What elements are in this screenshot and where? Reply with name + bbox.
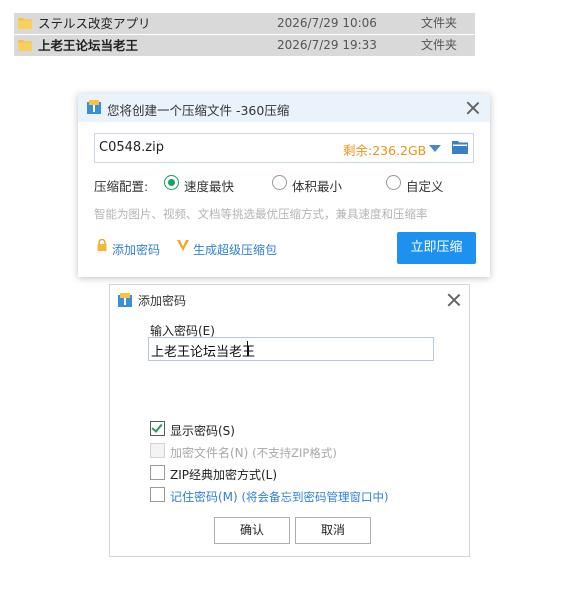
close-icon[interactable] bbox=[447, 293, 461, 307]
remember-password-checkbox[interactable] bbox=[150, 487, 165, 502]
dialog-title: 添加密码 bbox=[138, 294, 187, 308]
cancel-button[interactable]: 取消 bbox=[295, 517, 371, 544]
super-package-link[interactable]: 生成超级压缩包 bbox=[193, 241, 277, 258]
browse-folder-icon[interactable] bbox=[452, 140, 468, 154]
compress-dialog-titlebar[interactable]: 您将创建一个压缩文件 -360压缩 bbox=[78, 94, 490, 122]
360zip-app-icon bbox=[87, 100, 101, 114]
archive-path-field[interactable]: C0548.zip 剩余:236.2GB bbox=[94, 133, 474, 163]
compress-hint: 智能为图片、视频、文档等挑选最优压缩方式，兼具速度和压缩率 bbox=[94, 207, 428, 221]
dialog-title: 您将创建一个压缩文件 -360压缩 bbox=[107, 103, 290, 118]
encrypt-filenames-note: (不支持ZIP格式) bbox=[252, 446, 337, 460]
password-input[interactable]: 上老王论坛当老王 bbox=[148, 337, 434, 361]
360zip-app-icon bbox=[118, 293, 132, 307]
option-smallest-radio[interactable] bbox=[272, 175, 287, 190]
chevron-down-icon[interactable] bbox=[429, 145, 441, 152]
compress-config-label: 压缩配置: bbox=[94, 179, 149, 194]
file-row[interactable]: 上老王论坛当老王 2026/7/29 19:33 文件夹 bbox=[14, 35, 475, 56]
password-dialog-titlebar[interactable]: 添加密码 bbox=[110, 285, 469, 313]
file-type: 文件夹 bbox=[421, 16, 458, 30]
close-icon[interactable] bbox=[466, 101, 480, 115]
show-password-label[interactable]: 显示密码(S) bbox=[170, 422, 235, 439]
option-custom-label[interactable]: 自定义 bbox=[406, 176, 444, 195]
compress-now-button[interactable]: 立即压缩 bbox=[397, 232, 476, 264]
folder-icon bbox=[18, 40, 32, 51]
text-caret bbox=[247, 341, 248, 356]
archive-filename: C0548.zip bbox=[99, 140, 164, 155]
encrypt-filenames-checkbox bbox=[150, 443, 165, 458]
remember-password-label[interactable]: 记住密码(M) (将会备忘到密码管理窗口中) bbox=[170, 488, 389, 505]
file-date: 2026/7/29 19:33 bbox=[277, 38, 377, 52]
v-badge-icon[interactable] bbox=[176, 238, 190, 252]
lock-icon[interactable] bbox=[96, 239, 108, 251]
option-custom-radio[interactable] bbox=[386, 175, 401, 190]
folder-icon bbox=[18, 18, 32, 29]
encrypt-filenames-label: 加密文件名(N) (不支持ZIP格式) bbox=[170, 444, 337, 461]
zip-classic-encryption-label[interactable]: ZIP经典加密方式(L) bbox=[170, 466, 277, 483]
file-type: 文件夹 bbox=[421, 38, 458, 52]
file-name: ステルス改変アプリ bbox=[38, 16, 151, 31]
remember-password-note: (将会备忘到密码管理窗口中) bbox=[241, 490, 389, 504]
zip-classic-encryption-checkbox[interactable] bbox=[150, 465, 165, 480]
option-fastest-label[interactable]: 速度最快 bbox=[184, 176, 234, 195]
option-fastest-radio[interactable] bbox=[164, 175, 179, 190]
show-password-checkbox[interactable] bbox=[150, 421, 165, 436]
compress-dialog: 您将创建一个压缩文件 -360压缩 C0548.zip 剩余:236.2GB 压… bbox=[78, 94, 490, 277]
add-password-dialog: 添加密码 输入密码(E) 上老王论坛当老王 显示密码(S) 加密文件名(N) (… bbox=[109, 284, 470, 557]
file-name: 上老王论坛当老王 bbox=[38, 38, 139, 53]
file-date: 2026/7/29 10:06 bbox=[277, 16, 377, 30]
ok-button[interactable]: 确认 bbox=[214, 517, 290, 544]
disk-space-remaining: 剩余:236.2GB bbox=[343, 143, 427, 158]
option-smallest-label[interactable]: 体积最小 bbox=[292, 176, 342, 195]
password-value: 上老王论坛当老王 bbox=[151, 345, 256, 360]
remember-password-text: 记住密码(M) bbox=[170, 490, 238, 504]
file-row[interactable]: ステルス改変アプリ 2026/7/29 10:06 文件夹 bbox=[14, 13, 475, 34]
add-password-link[interactable]: 添加密码 bbox=[112, 241, 160, 258]
encrypt-filenames-text: 加密文件名(N) bbox=[170, 446, 249, 460]
